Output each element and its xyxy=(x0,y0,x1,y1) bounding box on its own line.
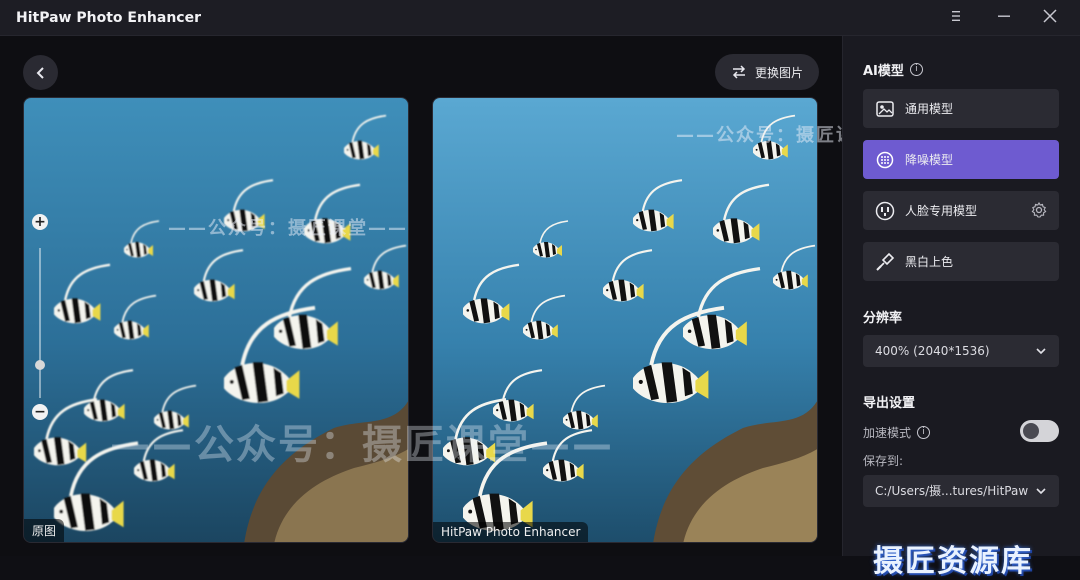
enhanced-label: HitPaw Photo Enhancer xyxy=(433,522,589,542)
model-general-button[interactable]: 通用模型 xyxy=(863,89,1059,128)
save-path-value: C:/Users/摄...tures/HitPaw xyxy=(875,484,1029,498)
original-image-panel[interactable]: 原图 xyxy=(23,97,409,543)
model-colorize-label: 黑白上色 xyxy=(905,255,954,269)
original-label: 原图 xyxy=(24,519,65,542)
back-button[interactable] xyxy=(23,55,58,90)
enhanced-image-panel[interactable]: HitPaw Photo Enhancer xyxy=(432,97,818,543)
original-photo xyxy=(24,98,408,542)
replace-image-button[interactable]: 更换图片 xyxy=(715,54,819,90)
chevron-down-icon xyxy=(1035,335,1047,369)
model-face-label: 人脸专用模型 xyxy=(905,204,978,218)
model-denoise-button[interactable]: 降噪模型 xyxy=(863,140,1059,179)
accelerate-toggle[interactable] xyxy=(1020,420,1059,442)
ai-model-title-text: AI模型 xyxy=(863,64,904,79)
app-window: HitPaw Photo Enhancer 更换图片 原图 HitPaw Pho… xyxy=(0,0,1080,579)
menu-icon[interactable] xyxy=(944,6,968,30)
save-to-label: 保存到: xyxy=(863,454,904,468)
swap-icon xyxy=(732,65,746,79)
zoom-slider-handle[interactable] xyxy=(35,360,45,370)
title-bar: HitPaw Photo Enhancer xyxy=(0,0,1080,36)
brand-watermark: 摄匠资源库 xyxy=(873,544,1033,579)
ai-model-title: AI模型 i xyxy=(863,60,923,79)
replace-image-label: 更换图片 xyxy=(754,65,803,80)
zoom-control: + − xyxy=(30,214,50,420)
resolution-title: 分辨率 xyxy=(863,311,903,326)
accelerate-label: 加速模式 xyxy=(863,426,912,440)
toggle-knob xyxy=(1023,423,1039,439)
info-icon[interactable]: i xyxy=(917,426,931,439)
zoom-slider[interactable] xyxy=(39,248,41,398)
settings-sidebar: AI模型 i 通用模型 降噪模型 人脸专用模型 黑白上色 分辨率 400% (2… xyxy=(842,36,1080,579)
zoom-in-button[interactable]: + xyxy=(32,214,48,230)
chevron-down-icon xyxy=(1035,475,1047,509)
resolution-select[interactable]: 400% (2040*1536) xyxy=(863,335,1059,367)
main-area: 更换图片 原图 HitPaw Photo Enhancer + − ——公众号：… xyxy=(0,36,914,556)
enhanced-photo xyxy=(433,98,817,542)
chevron-left-icon xyxy=(36,66,44,79)
face-icon xyxy=(875,201,895,221)
gear-icon[interactable] xyxy=(1031,201,1047,218)
accelerate-label-row: 加速模式 i xyxy=(863,424,931,441)
model-general-label: 通用模型 xyxy=(905,102,954,116)
model-colorize-button[interactable]: 黑白上色 xyxy=(863,242,1059,281)
image-icon xyxy=(875,99,895,119)
close-icon[interactable] xyxy=(1038,6,1062,30)
info-icon[interactable]: i xyxy=(909,63,923,76)
model-denoise-label: 降噪模型 xyxy=(905,153,954,167)
app-title: HitPaw Photo Enhancer xyxy=(16,10,201,26)
model-face-button[interactable]: 人脸专用模型 xyxy=(863,191,1059,230)
zoom-out-button[interactable]: − xyxy=(32,404,48,420)
minimize-icon[interactable] xyxy=(992,6,1016,30)
save-path-select[interactable]: C:/Users/摄...tures/HitPaw xyxy=(863,475,1059,507)
resolution-value: 400% (2040*1536) xyxy=(875,344,990,358)
denoise-icon xyxy=(875,150,895,170)
brush-icon xyxy=(875,252,895,272)
export-title: 导出设置 xyxy=(863,396,916,411)
